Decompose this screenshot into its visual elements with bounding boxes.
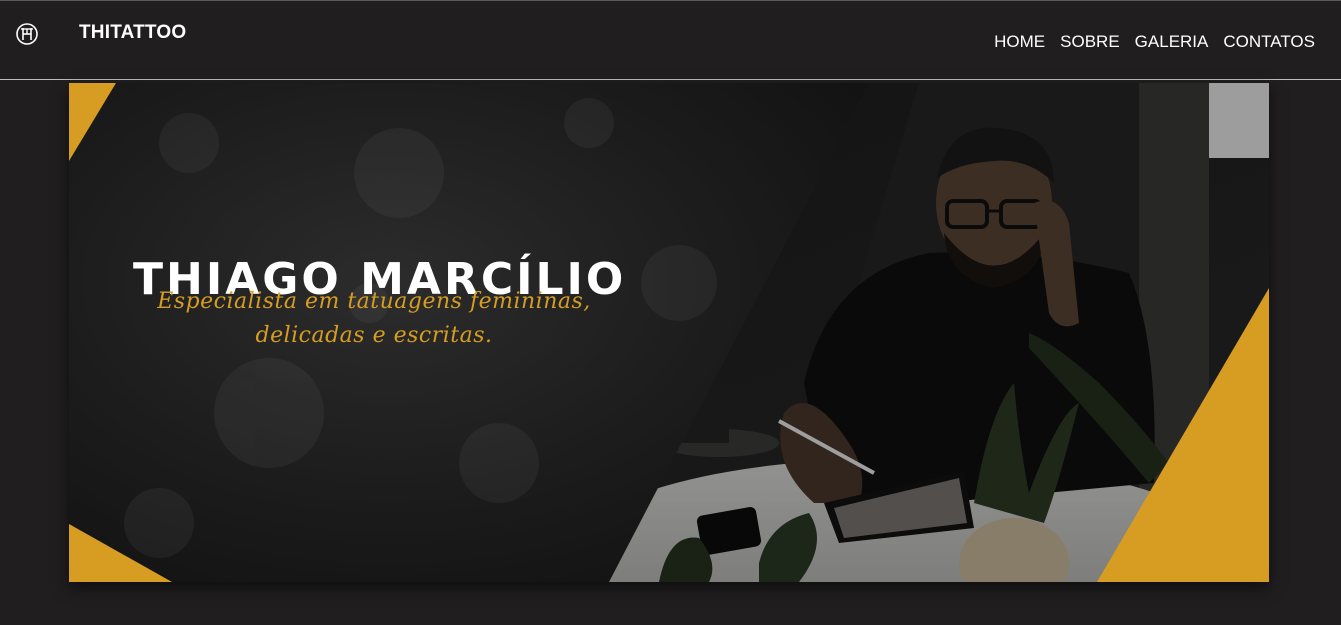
hero-banner: THIAGO MARCÍLIO Especialista em tatuagen… bbox=[69, 83, 1269, 582]
brand-name[interactable]: THITATTOO bbox=[79, 22, 186, 44]
hero-subtitle-line2: delicadas e escritas. bbox=[255, 323, 493, 349]
nav-sobre-link[interactable]: SOBRE bbox=[1060, 32, 1120, 52]
nav-galeria-link[interactable]: GALERIA bbox=[1135, 32, 1209, 52]
th-monogram-icon[interactable] bbox=[15, 22, 39, 46]
hero-subtitle-line1: Especialista em tatuagens femininas, bbox=[157, 289, 591, 314]
main-nav: HOME SOBRE GALERIA CONTATOS bbox=[994, 32, 1315, 52]
nav-home-link[interactable]: HOME bbox=[994, 32, 1045, 52]
nav-contatos-link[interactable]: CONTATOS bbox=[1223, 32, 1315, 52]
hero-subtitle: Especialista em tatuagens femininas, del… bbox=[149, 285, 599, 353]
top-navbar: THITATTOO HOME SOBRE GALERIA CONTATOS bbox=[0, 0, 1341, 80]
